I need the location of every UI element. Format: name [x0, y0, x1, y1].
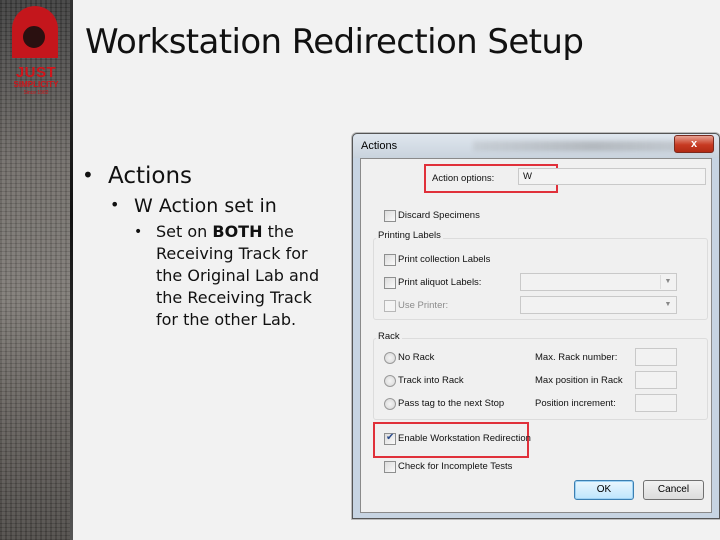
action-options-value: W [523, 171, 532, 182]
chevron-down-icon: ▼ [660, 275, 675, 289]
no-rack-label: No Rack [398, 352, 435, 363]
use-printer-dropdown[interactable]: ▼ [520, 296, 677, 314]
radio-no-rack[interactable] [384, 352, 396, 364]
max-position-input[interactable] [635, 371, 677, 389]
magnifier-icon [21, 24, 47, 50]
enable-redirection-checkbox[interactable] [384, 432, 396, 445]
close-button[interactable]: x [674, 135, 714, 153]
use-printer-checkbox[interactable] [384, 300, 396, 312]
action-options-input[interactable]: W [518, 168, 706, 185]
print-collection-checkbox[interactable] [384, 254, 396, 266]
cancel-button[interactable]: Cancel [643, 480, 704, 500]
close-icon: x [690, 138, 698, 150]
logo-text: JUST [15, 64, 57, 81]
max-rack-number-input[interactable] [635, 348, 677, 366]
bullet-level3-prefix: Set on [156, 222, 213, 241]
logo-subtext: SIMPLICITY [13, 80, 59, 89]
actions-dialog: Actions x Action options: W Discard Spec… [352, 133, 720, 519]
discard-specimens-label: Discard Specimens [398, 210, 480, 221]
bullet-list: Actions W Action set in Set on BOTH the … [82, 163, 331, 331]
slide-title: Workstation Redirection Setup [85, 22, 584, 62]
print-collection-label: Print collection Labels [398, 254, 491, 265]
discard-specimens-checkbox[interactable] [384, 210, 396, 222]
dialog-title: Actions [361, 140, 398, 152]
track-into-rack-label: Track into Rack [398, 375, 464, 386]
decorative-side-strip: JUST SIMPLICITY Since 1982 [0, 0, 73, 540]
dialog-body: Action options: W Discard Specimens Prin… [360, 158, 712, 513]
bullet-level2: W Action set in [110, 195, 331, 217]
rack-group-label: Rack [376, 331, 402, 342]
check-incomplete-checkbox[interactable] [384, 461, 396, 473]
ok-button[interactable]: OK [574, 480, 634, 500]
radio-track-into-rack[interactable] [384, 375, 396, 387]
max-position-label: Max position in Rack [535, 375, 623, 386]
company-logo: JUST SIMPLICITY Since 1982 [8, 6, 64, 96]
print-aliquot-dropdown[interactable]: ▼ [520, 273, 677, 291]
logo-tagline: Since 1982 [23, 90, 49, 96]
max-rack-number-label: Max. Rack number: [535, 352, 618, 363]
bullet-level3-bold: BOTH [212, 222, 263, 241]
chevron-down-icon: ▼ [664, 301, 672, 308]
action-options-label: Action options: [432, 173, 495, 184]
bullet-level1: Actions [82, 163, 331, 189]
print-aliquot-label: Print aliquot Labels: [398, 277, 482, 288]
enable-redirection-label: Enable Workstation Redirection [398, 433, 531, 444]
pass-tag-label: Pass tag to the next Stop [398, 398, 505, 409]
printing-labels-group-label: Printing Labels [376, 230, 443, 241]
position-increment-input[interactable] [635, 394, 677, 412]
print-aliquot-checkbox[interactable] [384, 277, 396, 289]
dialog-titlebar[interactable]: Actions x [353, 134, 719, 158]
position-increment-label: Position increment: [535, 398, 616, 409]
bullet-level3: Set on BOTH the Receiving Track for the … [134, 221, 331, 331]
check-incomplete-label: Check for Incomplete Tests [398, 461, 513, 472]
radio-pass-tag[interactable] [384, 398, 396, 410]
use-printer-label: Use Printer: [398, 300, 449, 311]
